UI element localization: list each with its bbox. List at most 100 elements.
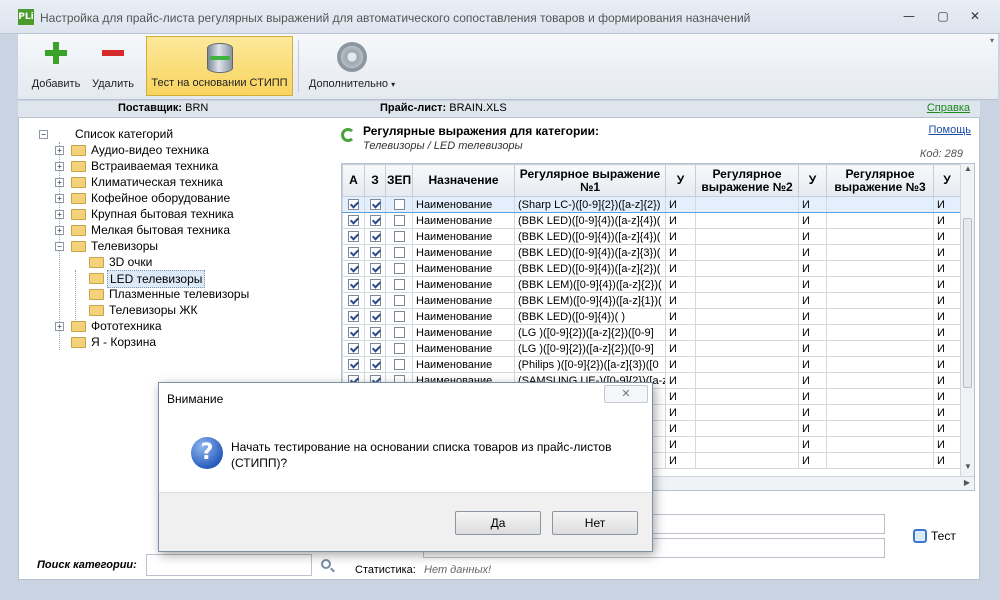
scroll-thumb[interactable] [963,218,972,388]
delete-button[interactable]: Удалить [88,36,138,96]
tree-item-led-tv[interactable]: LED телевизоры [35,270,345,288]
regex3-cell[interactable] [826,308,934,325]
active-cell[interactable] [342,340,365,357]
regex1-cell[interactable]: (BBK LEM)([0-9]{4})([a-z]{1})( [514,292,666,309]
zep-checkbox[interactable] [393,311,405,323]
tree-item-photo[interactable]: + Фототехника [35,318,345,334]
z-checkbox[interactable] [369,279,381,291]
expand-icon[interactable]: + [55,146,64,155]
regex3-cell[interactable] [826,420,934,437]
purpose-cell[interactable]: Наименование [412,340,515,357]
expand-icon[interactable]: + [55,322,64,331]
u1-cell[interactable]: И [665,260,696,277]
col-header-u1[interactable]: У [665,164,696,197]
u2-cell[interactable]: И [798,276,827,293]
zep-cell[interactable] [385,324,413,341]
zep-checkbox[interactable] [393,279,405,291]
u3-cell[interactable]: И [933,356,961,373]
z-cell[interactable] [364,196,386,213]
zep-checkbox[interactable] [393,343,405,355]
u2-cell[interactable]: И [798,308,827,325]
regex3-cell[interactable] [826,404,934,421]
ribbon-scroll-icon[interactable]: ▾ [988,36,996,96]
purpose-cell[interactable]: Наименование [412,260,515,277]
z-checkbox[interactable] [369,263,381,275]
expand-icon[interactable]: + [55,194,64,203]
col-header-a[interactable]: А [342,164,365,197]
collapse-icon[interactable]: − [39,130,48,139]
expand-icon[interactable]: + [55,226,64,235]
expand-icon[interactable]: + [55,210,64,219]
z-checkbox[interactable] [369,343,381,355]
regex3-cell[interactable] [826,340,934,357]
active-cell[interactable] [342,292,365,309]
u2-cell[interactable]: И [798,388,827,405]
purpose-cell[interactable]: Наименование [412,228,515,245]
active-checkbox[interactable] [348,263,359,275]
u1-cell[interactable]: И [665,404,696,421]
u3-cell[interactable]: И [933,324,961,341]
z-checkbox[interactable] [369,327,381,339]
col-header-regex3[interactable]: Регулярное выражение №3 [826,164,934,197]
u1-cell[interactable]: И [665,196,696,213]
u1-cell[interactable]: И [665,228,696,245]
col-header-purpose[interactable]: Назначение [412,164,515,197]
regex2-cell[interactable] [695,388,799,405]
zep-checkbox[interactable] [393,199,405,211]
z-cell[interactable] [364,228,386,245]
tree-item-coffee[interactable]: + Кофейное оборудование [35,190,345,206]
col-header-u2[interactable]: У [798,164,827,197]
zep-cell[interactable] [385,244,413,261]
purpose-cell[interactable]: Наименование [412,212,515,229]
purpose-cell[interactable]: Наименование [412,196,515,213]
regex2-cell[interactable] [695,420,799,437]
u2-cell[interactable]: И [798,196,827,213]
active-cell[interactable] [342,308,365,325]
test-stipp-button[interactable]: Тест на основании СТИПП [146,36,293,96]
panel-help-link[interactable]: Помощь [929,124,972,136]
u3-cell[interactable]: И [933,228,961,245]
tree-item-climate[interactable]: + Климатическая техника [35,174,345,190]
expand-icon[interactable]: + [55,162,64,171]
u2-cell[interactable]: И [798,420,827,437]
u1-cell[interactable]: И [665,420,696,437]
active-cell[interactable] [342,260,365,277]
u3-cell[interactable]: И [933,404,961,421]
regex1-cell[interactable]: (Philips )([0-9]{2})([a-z]{3})([0 [514,356,666,373]
regex3-cell[interactable] [826,196,934,213]
purpose-cell[interactable]: Наименование [412,276,515,293]
regex2-cell[interactable] [695,356,799,373]
tree-item-trash[interactable]: Я - Корзина [35,334,345,350]
u1-cell[interactable]: И [665,340,696,357]
z-checkbox[interactable] [369,311,381,323]
table-row[interactable]: Наименование (BBK LED)([0-9]{4})([a-z]{4}… [342,212,961,229]
col-header-zep[interactable]: ЗЕП [385,164,413,197]
z-cell[interactable] [364,356,386,373]
u3-cell[interactable]: И [933,340,961,357]
u2-cell[interactable]: И [798,404,827,421]
active-cell[interactable] [342,228,365,245]
col-header-u3[interactable]: У [933,164,961,197]
add-button[interactable]: Добавить [24,36,88,96]
collapse-icon[interactable]: − [55,242,64,251]
tree-item-lcd-tv[interactable]: Телевизоры ЖК [35,302,345,318]
scroll-right-icon[interactable]: ▶ [964,478,970,487]
search-icon[interactable] [321,559,331,569]
regex3-cell[interactable] [826,244,934,261]
u3-cell[interactable]: И [933,244,961,261]
regex3-cell[interactable] [826,260,934,277]
z-checkbox[interactable] [369,231,381,243]
z-checkbox[interactable] [369,215,381,227]
expand-icon[interactable]: + [55,178,64,187]
purpose-cell[interactable]: Наименование [412,324,515,341]
regex2-cell[interactable] [695,404,799,421]
z-checkbox[interactable] [369,295,381,307]
z-cell[interactable] [364,340,386,357]
u1-cell[interactable]: И [665,436,696,453]
scroll-up-icon[interactable]: ▲ [961,164,974,173]
active-cell[interactable] [342,212,365,229]
regex2-cell[interactable] [695,212,799,229]
regex2-cell[interactable] [695,340,799,357]
zep-checkbox[interactable] [393,247,405,259]
regex1-cell[interactable]: (BBK LED)([0-9]{4})( ) [514,308,666,325]
